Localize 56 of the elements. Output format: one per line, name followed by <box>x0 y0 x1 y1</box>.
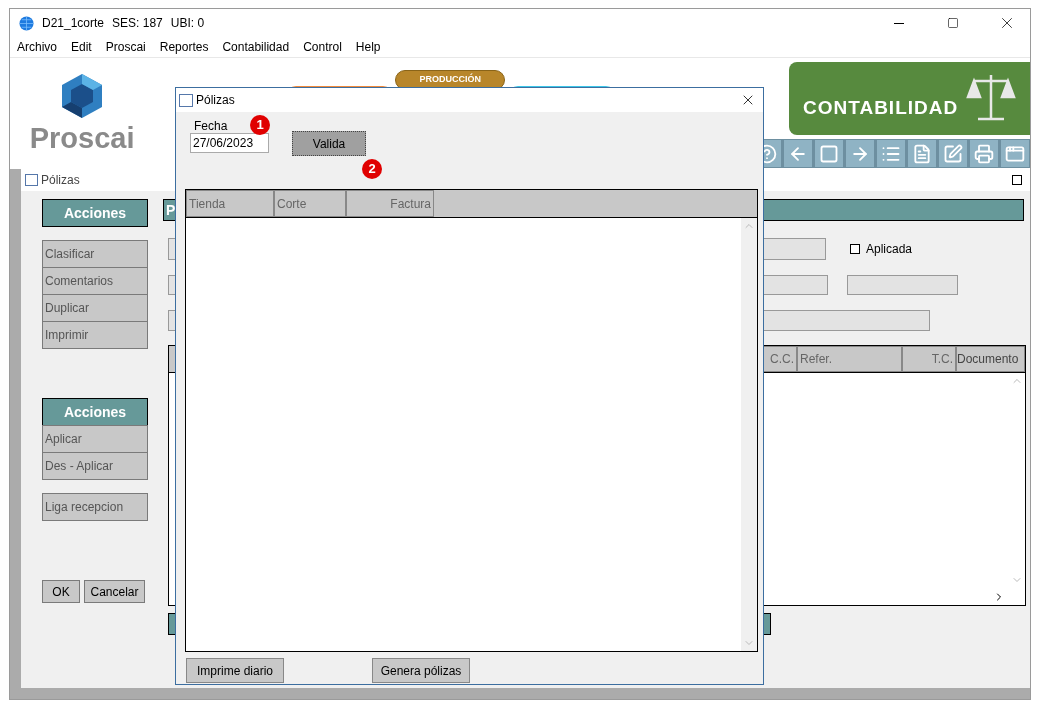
globe-icon <box>19 15 34 31</box>
module-title: CONTABILIDAD <box>803 96 959 121</box>
menu-item[interactable]: Help <box>355 38 381 56</box>
maximize-button[interactable] <box>1012 175 1022 185</box>
actions-header: Acciones <box>42 398 148 426</box>
column-header[interactable]: Factura <box>346 190 434 217</box>
window-icon <box>25 174 38 186</box>
action-button[interactable]: Imprime diario <box>186 658 284 683</box>
action-button[interactable]: Genera pólizas <box>372 658 470 683</box>
module-tab[interactable]: PRODUCCIÓN <box>395 70 506 90</box>
action-button[interactable]: Clasificar <box>42 240 148 268</box>
printer-icon[interactable] <box>969 139 999 168</box>
action-button[interactable]: Liga recepcion <box>42 493 148 521</box>
menu-item[interactable]: Proscai <box>105 38 146 56</box>
column-header[interactable]: Refer. <box>797 346 902 372</box>
menu-item[interactable]: Reportes <box>159 38 209 56</box>
arrow-left-icon[interactable] <box>783 139 813 168</box>
action-button[interactable]: Imprimir <box>42 321 148 349</box>
action-button[interactable]: Aplicar <box>42 425 148 453</box>
menu-item[interactable]: Control <box>303 38 342 56</box>
checkbox-label: Aplicada <box>866 241 913 258</box>
dialog-button[interactable]: Cancelar <box>84 580 145 603</box>
applied-checkbox[interactable] <box>850 244 860 254</box>
action-button[interactable]: Comentarios <box>42 267 148 295</box>
text-field[interactable] <box>847 275 958 295</box>
actions-header: Acciones <box>42 199 148 227</box>
edit-icon[interactable] <box>938 139 968 168</box>
list-icon[interactable] <box>876 139 906 168</box>
window-icon[interactable] <box>1000 139 1030 168</box>
step-marker: 1 <box>250 115 270 135</box>
validate-button[interactable]: Valida <box>292 131 366 156</box>
menu-item[interactable]: Archivo <box>17 38 57 56</box>
location-label: UBI: 0 <box>170 15 205 32</box>
column-header[interactable]: Corte <box>274 190 346 217</box>
menu-item[interactable]: Edit <box>71 38 92 56</box>
brand-name: Proscai <box>29 124 135 153</box>
dialog-button[interactable]: OK <box>42 580 80 603</box>
column-header[interactable]: Tienda <box>186 190 274 217</box>
action-button[interactable]: Des - Aplicar <box>42 452 148 480</box>
scrollbar[interactable] <box>741 218 757 651</box>
window-title: D21_1corte <box>42 15 105 32</box>
step-marker: 2 <box>362 159 382 179</box>
date-field[interactable]: 27/06/2023 <box>190 133 269 153</box>
arrow-right-icon[interactable] <box>845 139 875 168</box>
session-label: SES: 187 <box>112 15 163 32</box>
column-header[interactable]: Documento <box>956 346 1025 372</box>
dialog-title: Pólizas <box>196 92 235 109</box>
column-header[interactable]: T.C. <box>902 346 956 372</box>
menu-item[interactable]: Contabilidad <box>222 38 290 56</box>
document-icon[interactable] <box>907 139 937 168</box>
maximize-icon <box>947 17 959 29</box>
minimize-icon <box>894 22 904 24</box>
action-button[interactable]: Duplicar <box>42 294 148 322</box>
window-icon <box>179 93 193 107</box>
child-window-title: Pólizas <box>41 172 80 189</box>
date-label: Fecha <box>194 120 228 133</box>
